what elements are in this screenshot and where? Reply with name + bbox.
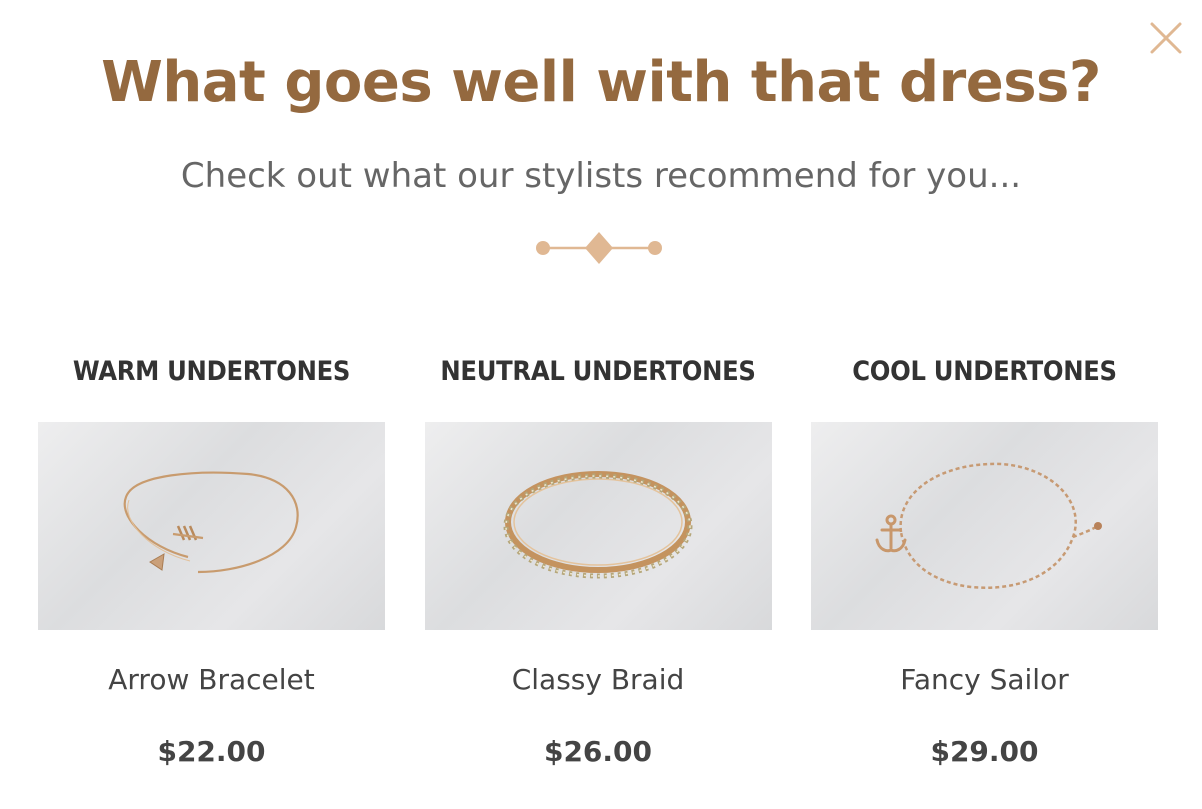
product-image[interactable] bbox=[38, 422, 385, 630]
product-name-link[interactable]: Classy Braid bbox=[425, 662, 772, 698]
modal-title: What goes well with that dress? bbox=[101, 50, 1101, 115]
recommendation-modal: What goes well with that dress? Check ou… bbox=[0, 0, 1202, 809]
product-columns: WARM UNDERTONES Arrow Bracelet $22.00 NE… bbox=[38, 350, 1158, 770]
decorative-divider bbox=[533, 230, 665, 266]
product-price: $22.00 bbox=[157, 735, 266, 768]
product-image[interactable] bbox=[811, 422, 1158, 630]
braid-bangle-image[interactable] bbox=[425, 422, 772, 630]
product-name-link[interactable]: Arrow Bracelet bbox=[38, 662, 385, 698]
divider-ornament-icon bbox=[536, 232, 662, 264]
column-heading: COOL UNDERTONES bbox=[852, 356, 1117, 387]
anchor-chain-bracelet-image[interactable] bbox=[811, 422, 1158, 630]
product-image[interactable] bbox=[424, 422, 772, 630]
column-heading: WARM UNDERTONES bbox=[72, 356, 351, 387]
product-column-neutral: NEUTRAL UNDERTONES Classy Braid $26.00 bbox=[424, 350, 772, 770]
arrow-bracelet-image[interactable] bbox=[38, 422, 385, 630]
product-price: $26.00 bbox=[543, 735, 653, 768]
product-column-cool: COOL UNDERTONES Fancy Sailor $29.00 bbox=[811, 350, 1158, 770]
column-heading: NEUTRAL UNDERTONES bbox=[440, 356, 756, 387]
product-price: $29.00 bbox=[930, 735, 1039, 768]
product-column-warm: WARM UNDERTONES Arrow Bracelet $22.00 bbox=[38, 350, 385, 770]
product-name-link[interactable]: Fancy Sailor bbox=[811, 662, 1158, 698]
modal-subtitle: Check out what our stylists recommend fo… bbox=[180, 156, 1022, 196]
